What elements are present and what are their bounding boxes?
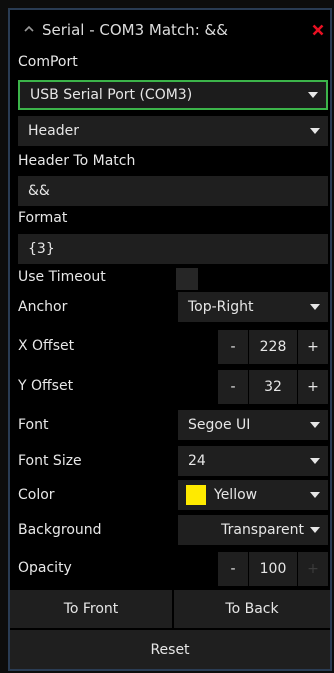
background-dropdown[interactable]: Transparent <box>178 515 328 545</box>
font-dropdown[interactable]: Segoe UI <box>178 410 328 440</box>
format-label: Format <box>18 210 68 226</box>
x-offset-label: X Offset <box>18 338 75 354</box>
anchor-dropdown[interactable]: Top-Right <box>178 292 328 322</box>
opacity-value[interactable]: 100 <box>249 552 297 586</box>
y-offset-decrement-button[interactable]: - <box>218 370 248 404</box>
y-offset-increment-button[interactable]: + <box>298 370 328 404</box>
header-to-match-value: && <box>28 183 50 199</box>
panel-titlebar: Serial - COM3 Match: && <box>10 10 330 50</box>
close-icon[interactable] <box>312 24 324 36</box>
chevron-down-icon <box>310 458 320 464</box>
use-timeout-label: Use Timeout <box>18 269 106 285</box>
anchor-label: Anchor <box>18 299 68 315</box>
y-offset-label: Y Offset <box>18 378 74 394</box>
color-value: Yellow <box>214 487 258 503</box>
color-label: Color <box>18 487 55 503</box>
comport-label: ComPort <box>18 54 78 70</box>
opacity-label: Opacity <box>18 560 72 576</box>
chevron-down-icon <box>310 492 320 498</box>
opacity-stepper: - 100 + <box>218 552 328 586</box>
font-label: Font <box>18 417 49 433</box>
anchor-value: Top-Right <box>188 299 254 315</box>
font-value: Segoe UI <box>188 417 251 433</box>
chevron-down-icon <box>310 527 320 533</box>
to-back-button[interactable]: To Back <box>174 590 330 628</box>
comport-dropdown[interactable]: USB Serial Port (COM3) <box>18 80 328 110</box>
font-size-value: 24 <box>188 453 206 469</box>
format-input[interactable]: {3} <box>18 234 328 264</box>
comport-value: USB Serial Port (COM3) <box>30 87 193 103</box>
y-offset-stepper: - 32 + <box>218 370 328 404</box>
collapse-chevron-icon[interactable] <box>23 24 35 34</box>
serial-panel: Serial - COM3 Match: && ComPort USB Seri… <box>8 8 332 671</box>
y-offset-value[interactable]: 32 <box>249 370 297 404</box>
color-dropdown[interactable]: Yellow <box>178 480 328 510</box>
match-mode-dropdown[interactable]: Header <box>18 116 328 146</box>
background-value: Transparent <box>221 522 304 538</box>
x-offset-stepper: - 228 + <box>218 330 328 364</box>
opacity-decrement-button[interactable]: - <box>218 552 248 586</box>
color-swatch <box>186 485 206 505</box>
use-timeout-checkbox[interactable] <box>176 268 198 290</box>
chevron-down-icon <box>308 92 318 98</box>
font-size-dropdown[interactable]: 24 <box>178 446 328 476</box>
opacity-increment-button[interactable]: + <box>298 552 328 586</box>
font-size-label: Font Size <box>18 453 82 469</box>
x-offset-value[interactable]: 228 <box>249 330 297 364</box>
chevron-down-icon <box>310 422 320 428</box>
x-offset-decrement-button[interactable]: - <box>218 330 248 364</box>
background-label: Background <box>18 522 102 538</box>
x-offset-increment-button[interactable]: + <box>298 330 328 364</box>
to-front-button[interactable]: To Front <box>10 590 172 628</box>
chevron-down-icon <box>310 304 320 310</box>
format-value: {3} <box>28 241 55 257</box>
header-to-match-label: Header To Match <box>18 153 136 169</box>
match-mode-value: Header <box>28 123 79 139</box>
header-to-match-input[interactable]: && <box>18 176 328 206</box>
chevron-down-icon <box>310 128 320 134</box>
reset-button[interactable]: Reset <box>10 630 330 669</box>
panel-title: Serial - COM3 Match: && <box>42 21 228 39</box>
